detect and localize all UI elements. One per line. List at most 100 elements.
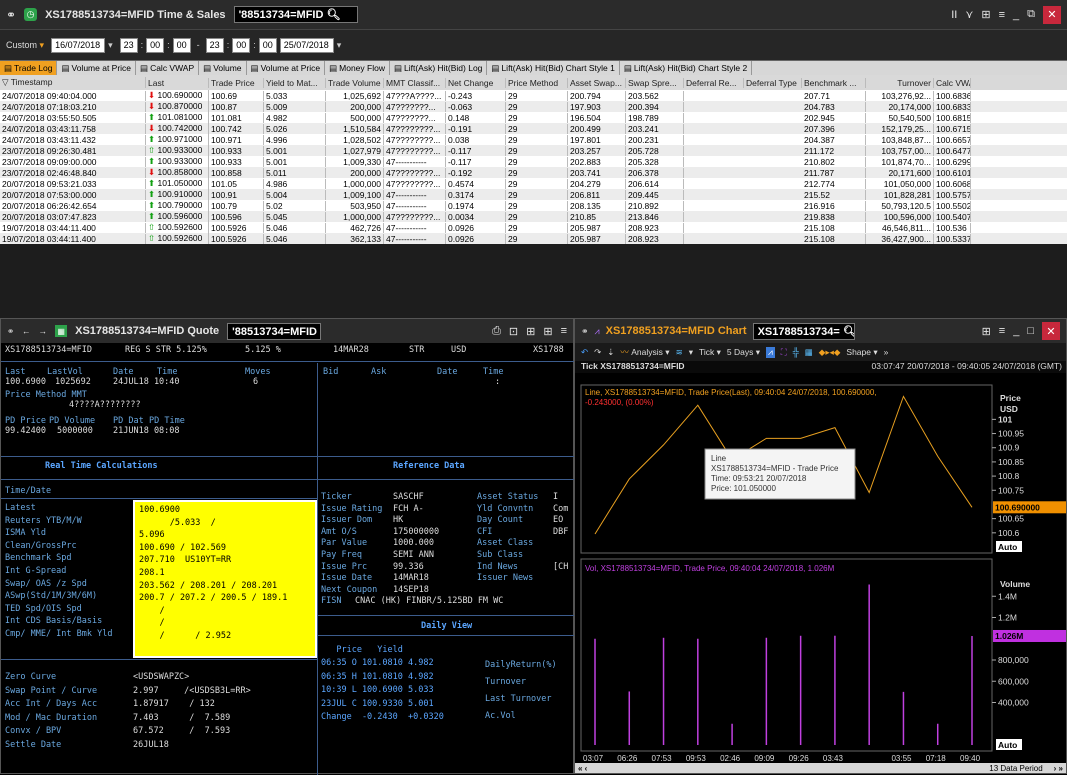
search-icon[interactable]: 🔍︎ [327, 9, 341, 21]
cell-value: 29 [508, 102, 517, 112]
column-header[interactable]: Price Method [506, 78, 568, 88]
link-icon[interactable]: ⚭ [7, 326, 14, 337]
chart-canvas[interactable]: Line, XS1788513734=MFID, Trade Price(Las… [575, 373, 1066, 773]
forward-icon[interactable]: → [39, 326, 48, 336]
period-select[interactable]: Custom ▾ [6, 40, 44, 51]
table-row[interactable]: 24/07/2018 03:43:11.432⬆ 100.971000100.9… [0, 134, 1067, 145]
grid-icon[interactable]: ▦ [805, 347, 813, 358]
tab-4[interactable]: ▤Volume at Price [247, 61, 326, 75]
calendar-icon[interactable]: ▾ [337, 40, 342, 51]
layout-icon[interactable]: ⊞ [981, 8, 990, 21]
start-hour[interactable]: 23 [120, 38, 138, 53]
shape-menu[interactable]: Shape ▾ [846, 347, 877, 358]
layout-icon[interactable]: ⊞ [543, 325, 552, 338]
column-header[interactable]: Swap Spre... [626, 78, 684, 88]
zoom-icon[interactable]: ⛶ [781, 347, 787, 358]
maximize-button[interactable]: □ [1027, 325, 1034, 337]
chart-type-icon[interactable]: ⩘ [766, 347, 775, 358]
start-min[interactable]: 00 [146, 38, 164, 53]
table-row[interactable]: 24/07/2018 09:40:04.000⬇ 100.690000100.6… [0, 90, 1067, 101]
layout-icon[interactable]: ⊞ [526, 325, 535, 338]
menu-icon[interactable]: ≡ [999, 9, 1005, 21]
column-header[interactable]: Deferral Re... [684, 78, 744, 88]
table-row[interactable]: 24/07/2018 07:18:03.210⬇ 100.870000100.8… [0, 101, 1067, 112]
more-icon[interactable]: » [884, 347, 889, 357]
table-row[interactable]: 23/07/2018 02:46:48.840⬇ 100.858000100.8… [0, 167, 1067, 178]
print-icon[interactable]: ⎙ [492, 325, 501, 338]
search-icon[interactable]: 🔍︎ [843, 326, 855, 338]
pause-icon[interactable]: II [951, 9, 957, 21]
cursor-icon[interactable]: ⇣ [607, 347, 614, 358]
restore-button[interactable]: ⧉ [1027, 8, 1035, 21]
quote-ric-input[interactable]: '88513734=MFID 🔍︎ [227, 323, 321, 340]
tab-0[interactable]: ▤Trade Log [0, 61, 57, 75]
tab-7[interactable]: ▤Lift(Ask) Hit(Bid) Chart Style 1 [487, 61, 619, 75]
menu-icon[interactable]: ≡ [999, 325, 1005, 337]
column-header[interactable]: Benchmark ... [802, 78, 866, 88]
scroll-right-icon[interactable]: › » [1051, 764, 1066, 773]
tab-2[interactable]: ▤Calc VWAP [136, 61, 199, 75]
column-header[interactable]: Asset Swap... [568, 78, 626, 88]
table-row[interactable]: 23/07/2018 09:26:30.481⇧ 100.933000100.9… [0, 145, 1067, 156]
search-icon[interactable]: 🔍︎ [320, 326, 321, 338]
menu-icon[interactable]: ≡ [561, 325, 567, 337]
cell-value: 0.1974 [448, 201, 474, 211]
x-tick-label: 07:53 [652, 754, 673, 763]
back-icon[interactable]: ← [22, 326, 31, 336]
table-row[interactable]: 24/07/2018 03:43:11.758⬇ 100.742000100.7… [0, 123, 1067, 134]
column-header[interactable]: MMT Classif... [384, 78, 446, 88]
column-header[interactable]: Deferral Type [744, 78, 802, 88]
column-header[interactable]: ▽ Timestamp [0, 77, 146, 88]
end-date-input[interactable]: 25/07/2018 [280, 38, 334, 53]
column-header[interactable]: Calc VWAP [934, 78, 971, 88]
ts-ric-input[interactable]: '88513734=MFID 🔍︎ [234, 6, 358, 23]
link-icon[interactable]: ⚭ [581, 326, 589, 337]
cell-value: 100.6068 [936, 179, 971, 189]
calendar-icon[interactable]: ▾ [108, 40, 113, 51]
tab-3[interactable]: ▤Volume [199, 61, 246, 75]
start-sec[interactable]: 00 [173, 38, 191, 53]
chart-ric-input[interactable]: XS1788513734= 🔍︎ [753, 323, 855, 340]
tab-5[interactable]: ▤Money Flow [325, 61, 390, 75]
end-hour[interactable]: 23 [206, 38, 224, 53]
link-icon[interactable]: ⚭ [6, 8, 16, 22]
tab-8[interactable]: ▤Lift(Ask) Hit(Bid) Chart Style 2 [620, 61, 752, 75]
cell-value: 202.883 [570, 157, 601, 167]
analysis-menu[interactable]: 〰 Analysis ▾ [620, 346, 669, 358]
close-button[interactable]: ✕ [1043, 6, 1061, 24]
table-row[interactable]: 20/07/2018 07:53:00.000⬆ 100.910000100.9… [0, 189, 1067, 200]
layout-icon[interactable]: ⊞ [982, 325, 991, 338]
arrows-icon[interactable]: ◆▸◂◆ [819, 347, 841, 358]
end-sec[interactable]: 00 [259, 38, 277, 53]
table-row[interactable]: 23/07/2018 09:09:00.000⬆ 100.933000100.9… [0, 156, 1067, 167]
table-row[interactable]: 20/07/2018 06:26:42.654⬆ 100.790000100.7… [0, 200, 1067, 211]
undo-icon[interactable]: ↶ [581, 347, 588, 358]
minimize-button[interactable]: _ [1013, 325, 1019, 337]
column-header[interactable]: Trade Price [209, 78, 264, 88]
minimize-button[interactable]: _ [1013, 9, 1019, 21]
tab-6[interactable]: ▤Lift(Ask) Hit(Bid) Log [390, 61, 487, 75]
scroll-left-icon[interactable]: « ‹ [575, 764, 590, 773]
column-header[interactable]: Trade Volume [326, 78, 384, 88]
redo-icon[interactable]: ↷ [594, 347, 601, 358]
table-row[interactable]: 20/07/2018 09:53:21.033⬆ 101.050000101.0… [0, 178, 1067, 189]
tab-1[interactable]: ▤Volume at Price [57, 61, 136, 75]
crosshair-icon[interactable]: ╬ [793, 347, 799, 357]
days-menu[interactable]: 5 Days ▾ [727, 347, 760, 358]
column-header[interactable]: Yield to Mat... [264, 78, 326, 88]
table-row[interactable]: 19/07/2018 03:44:11.400⇧ 100.592600100.5… [0, 222, 1067, 233]
column-header[interactable]: Turnover [866, 78, 934, 88]
end-min[interactable]: 00 [232, 38, 250, 53]
column-header[interactable]: Last [146, 78, 209, 88]
display-icon[interactable]: ⊡ [509, 325, 518, 338]
table-row[interactable]: 20/07/2018 03:07:47.823⬆ 100.596000100.5… [0, 211, 1067, 222]
table-row[interactable]: 19/07/2018 03:44:11.400⇧ 100.592600100.5… [0, 233, 1067, 244]
wave-icon[interactable]: ≋ [676, 347, 683, 358]
filter-icon[interactable]: ⋎ [965, 8, 973, 21]
tick-menu[interactable]: Tick ▾ [699, 347, 721, 358]
start-date-input[interactable]: 16/07/2018 [51, 38, 105, 53]
table-row[interactable]: 24/07/2018 03:55:50.505⬆ 101.081000101.0… [0, 112, 1067, 123]
close-button[interactable]: ✕ [1042, 322, 1060, 340]
sort-icon[interactable]: ▽ [2, 77, 11, 87]
column-header[interactable]: Net Change [446, 78, 506, 88]
